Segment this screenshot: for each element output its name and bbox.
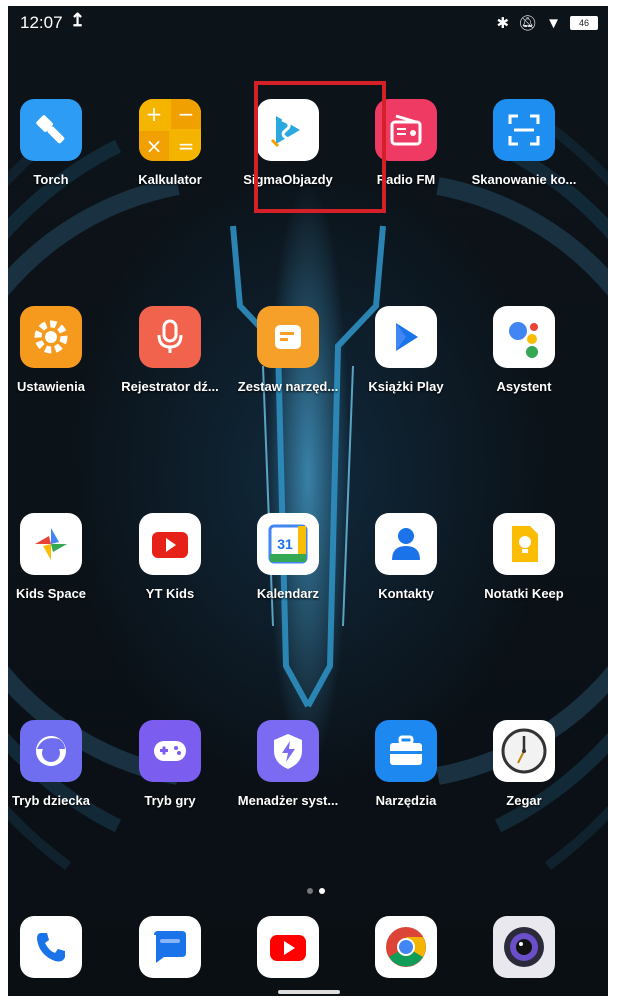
app-rejestrator[interactable]: Rejestrator dź... — [112, 306, 228, 394]
youtube-icon[interactable] — [257, 916, 319, 978]
sim-toolkit-icon[interactable] — [257, 306, 319, 368]
home-screen: 12:07 ↥ ✱ 🔕︎ ▼ 46 Torch + − × = Kalkulator Sig… — [8, 6, 608, 996]
phone-icon[interactable] — [20, 916, 82, 978]
app-ustawienia[interactable]: Ustawienia — [8, 306, 109, 394]
app-label: Tryb gry — [144, 793, 196, 808]
app-label: Zestaw narzęd... — [237, 379, 339, 394]
contacts-icon[interactable] — [375, 513, 437, 575]
play-books-icon[interactable] — [375, 306, 437, 368]
app-yt-kids[interactable]: YT Kids — [112, 513, 228, 601]
upload-icon: ↥ — [70, 10, 86, 30]
app-menadzer[interactable]: Menadżer syst... — [230, 720, 346, 808]
chrome-icon[interactable] — [375, 916, 437, 978]
app-label: Tryb dziecka — [11, 793, 91, 808]
app-label: Torch — [33, 172, 69, 187]
svg-text:+: + — [146, 102, 163, 126]
clock-time: 12:07 — [20, 13, 63, 32]
app-label: Narzędzia — [375, 793, 437, 808]
app-label: Kids Space — [15, 586, 87, 601]
app-label: Zegar — [506, 793, 542, 808]
app-notatki-keep[interactable]: Notatki Keep — [466, 513, 582, 601]
app-skanowanie[interactable]: Skanowanie ko... — [466, 99, 582, 187]
keep-icon[interactable] — [493, 513, 555, 575]
app-label: YT Kids — [145, 586, 195, 601]
pinwheel-icon[interactable] — [20, 513, 82, 575]
messages-icon[interactable] — [139, 916, 201, 978]
app-ksiazki-play[interactable]: Książki Play — [348, 306, 464, 394]
app-label: Kalendarz — [256, 586, 320, 601]
clock-icon[interactable] — [493, 720, 555, 782]
app-label: Notatki Keep — [484, 586, 564, 601]
child-face-icon[interactable] — [20, 720, 82, 782]
page-indicator — [304, 881, 328, 899]
app-label: Asystent — [496, 379, 552, 394]
app-label: Kontakty — [378, 586, 434, 601]
app-kalkulator[interactable]: + − × = Kalkulator — [112, 99, 228, 187]
svg-text:−: − — [178, 102, 195, 126]
app-label: Kalkulator — [138, 172, 202, 187]
app-label: Menadżer syst... — [237, 793, 339, 808]
app-label: Skanowanie ko... — [471, 172, 577, 187]
app-tryb-dziecka[interactable]: Tryb dziecka — [8, 720, 109, 808]
shield-bolt-icon[interactable] — [257, 720, 319, 782]
camera-icon[interactable] — [493, 916, 555, 978]
app-label: Rejestrator dź... — [121, 379, 219, 394]
app-asystent[interactable]: Asystent — [466, 306, 582, 394]
scan-icon[interactable] — [493, 99, 555, 161]
status-bar: 12:07 ↥ ✱ 🔕︎ ▼ 46 — [8, 6, 608, 40]
assistant-icon[interactable] — [493, 306, 555, 368]
toolbox-icon[interactable] — [375, 720, 437, 782]
page-dot-active[interactable] — [319, 888, 325, 894]
flashlight-icon[interactable] — [20, 99, 82, 161]
app-kontakty[interactable]: Kontakty — [348, 513, 464, 601]
svg-text:31: 31 — [277, 536, 293, 552]
svg-text:=: = — [178, 134, 195, 158]
app-narzedzia[interactable]: Narzędzia — [348, 720, 464, 808]
app-tryb-gry[interactable]: Tryb gry — [112, 720, 228, 808]
app-label: Ustawienia — [17, 379, 85, 394]
bluetooth-icon: ✱ — [496, 15, 510, 32]
youtube-kids-icon[interactable] — [139, 513, 201, 575]
page-dot[interactable] — [307, 888, 313, 894]
app-torch[interactable]: Torch — [8, 99, 109, 187]
app-kalendarz[interactable]: 31 Kalendarz — [230, 513, 346, 601]
highlight-box — [254, 81, 386, 213]
gesture-bar[interactable] — [278, 990, 340, 994]
gear-icon[interactable] — [20, 306, 82, 368]
wifi-icon: ▼ — [546, 14, 561, 32]
calendar-icon[interactable]: 31 — [257, 513, 319, 575]
battery-icon: 46 — [570, 16, 598, 30]
app-zestaw[interactable]: Zestaw narzęd... — [230, 306, 346, 394]
mute-icon: 🔕︎ — [518, 15, 538, 32]
app-kids-space[interactable]: Kids Space — [8, 513, 109, 601]
microphone-icon[interactable] — [139, 306, 201, 368]
svg-text:×: × — [146, 134, 163, 158]
app-zegar[interactable]: Zegar — [466, 720, 582, 808]
gamepad-icon[interactable] — [139, 720, 201, 782]
app-label: Książki Play — [368, 379, 444, 394]
calculator-icon[interactable]: + − × = — [139, 99, 201, 161]
